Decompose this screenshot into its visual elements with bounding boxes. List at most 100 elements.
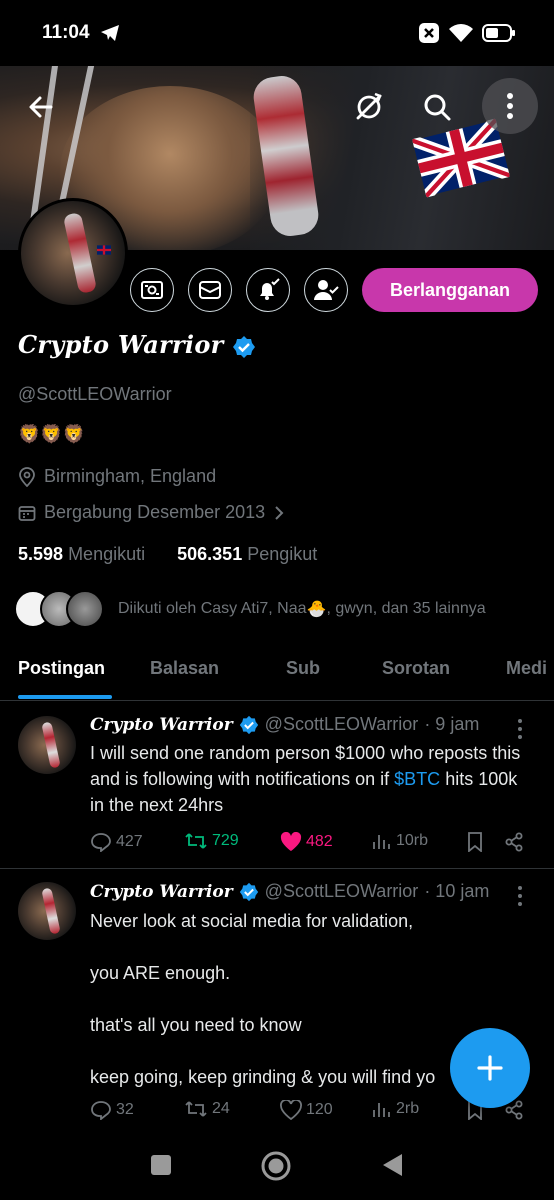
views-icon [373,835,390,849]
repost-count: 24 [212,1100,230,1117]
followers-you-know[interactable]: Diikuti oleh Casy Ati7, Naa 🐣, gwyn, dan… [14,590,486,628]
back-button[interactable] [14,80,68,134]
sync-button[interactable] [342,80,396,134]
profile-avatar[interactable] [18,198,128,308]
profile-bio: 🦁🦁🦁 [18,424,86,444]
notifications-button[interactable] [246,268,290,312]
status-time: 11:04 [42,22,90,43]
more-vertical-icon [507,93,513,119]
bookmark-icon[interactable] [466,832,484,852]
following-label: Mengikuti [68,544,146,564]
views-button[interactable]: 10rb [372,832,428,850]
notification-x-icon [419,23,439,43]
tweet-actions: 32 24 120 2rb [90,1100,530,1124]
like-count: 482 [306,833,333,850]
tweet-text-line: you ARE enough. [90,963,231,983]
followers-label: Pengikut [247,544,318,564]
back-nav-icon[interactable] [380,1152,404,1178]
search-icon [424,94,451,121]
tab-posts[interactable]: Postingan [18,658,105,679]
tab-highlights[interactable]: Sorotan [382,658,450,679]
plus-icon [477,1055,503,1081]
tip-button[interactable] [130,268,174,312]
tab-media[interactable]: Medi [506,658,547,679]
active-tab-indicator [18,695,112,699]
like-button[interactable]: 482 [280,832,333,852]
location-text: Birmingham, England [44,466,217,486]
home-icon[interactable] [260,1150,292,1182]
profile-joined[interactable]: Bergabung Desember 2013 [18,502,285,523]
followers-link[interactable]: 506.351 Pengikut [177,544,317,564]
tweet-text-line: Never look at social media for validatio… [90,911,414,931]
heart-icon [280,1100,302,1120]
tweet-time: · 10 jam [424,881,490,901]
reply-count: 427 [116,833,143,850]
tweet-more-icon[interactable] [516,718,524,740]
tweet-more-icon[interactable] [516,885,524,907]
like-button[interactable]: 120 [280,1100,333,1120]
repost-icon [185,1101,207,1117]
follow-stats: 5.598 Mengikuti 506.351 Pengikut [18,544,317,565]
display-name-text: Crypto Warrior [18,330,224,359]
status-indicators [418,22,516,44]
telegram-icon [101,25,119,41]
system-nav-bar [0,1130,554,1200]
profile-handle: @ScottLEOWarrior [18,384,172,404]
chevron-right-icon [275,505,284,520]
wifi-icon [449,24,473,42]
tweet-author-name[interactable]: Crypto Warrior [90,715,233,735]
repost-button[interactable]: 24 [184,1100,230,1118]
location-icon [19,466,35,487]
joined-text: Bergabung Desember 2013 [44,502,266,522]
following-count: 5.598 [18,544,64,564]
more-options-button[interactable] [482,78,538,134]
verified-badge-icon [239,715,258,734]
mail-icon [199,281,221,299]
views-icon [373,1103,390,1117]
tweet-avatar[interactable] [18,716,76,774]
repost-icon [185,833,207,849]
followed-by-emoji: 🐣 [306,601,327,618]
tweet-text: I will send one random person $1000 who … [90,740,530,818]
back-arrow-icon [29,96,53,118]
tweet-avatar[interactable] [18,882,76,940]
recents-icon[interactable] [150,1154,172,1176]
status-bar: 11:04 [0,0,554,66]
payment-icon [141,281,163,299]
battery-icon [482,24,515,42]
subscribe-button[interactable]: Berlangganan [362,268,538,312]
profile-location: Birmingham, England [18,466,216,487]
tweet-text-line: that's all you need to know [90,1015,302,1035]
reply-icon [91,1101,111,1120]
tab-subs[interactable]: Sub [286,658,320,679]
tweet-author-handle: @ScottLEOWarrior [264,714,419,734]
following-button[interactable] [304,268,348,312]
reply-button[interactable]: 32 [90,1100,134,1120]
tweet-author-name[interactable]: Crypto Warrior [90,882,233,902]
like-count: 120 [306,1101,333,1118]
cashtag-link[interactable]: $BTC [394,769,440,789]
followed-by-prefix: Diikuti oleh Casy Ati7, Naa [118,600,307,617]
sync-off-icon [356,92,382,120]
repost-button[interactable]: 729 [184,832,239,850]
bell-check-icon [260,278,280,300]
uk-flag-icon [97,245,111,255]
following-link[interactable]: 5.598 Mengikuti [18,544,150,564]
views-count: 10rb [396,832,429,849]
message-button[interactable] [188,268,232,312]
tweet-time: · 9 jam [424,714,480,734]
share-icon[interactable] [504,832,524,852]
tweet-actions: 427 729 482 10rb [90,832,530,856]
calendar-icon [18,505,36,521]
tab-replies[interactable]: Balasan [150,658,219,679]
compose-button[interactable] [450,1028,530,1108]
views-button[interactable]: 2rb [372,1100,419,1118]
views-count: 2rb [396,1100,420,1117]
tweet-author-handle: @ScottLEOWarrior [264,881,419,901]
display-name: Crypto Warrior [18,330,256,359]
search-button[interactable] [410,80,464,134]
reply-button[interactable]: 427 [90,832,143,852]
followed-by-suffix: , gwyn, dan 35 lainnya [326,600,486,617]
profile-tabs: Postingan Balasan Sub Sorotan Medi [0,644,554,701]
followers-count: 506.351 [177,544,243,564]
